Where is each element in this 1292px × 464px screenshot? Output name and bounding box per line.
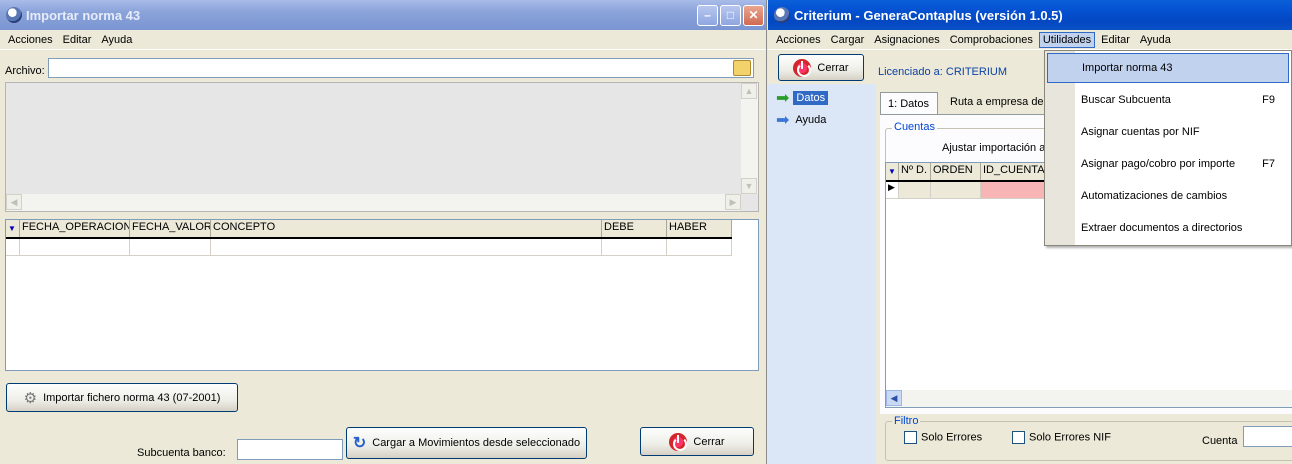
right-titlebar[interactable]: Criterium - GeneraContaplus (versión 1.0… bbox=[768, 0, 1292, 30]
preview-area[interactable]: ▲ ▼ ◀ ▶ bbox=[5, 82, 759, 212]
close-button[interactable]: Cerrar bbox=[640, 427, 754, 456]
menu-cargar[interactable]: Cargar bbox=[827, 32, 869, 48]
menu-item-asignar-cuentas-nif[interactable]: Asignar cuentas por NIF bbox=[1047, 117, 1289, 147]
archivo-input[interactable] bbox=[48, 58, 754, 78]
checkbox-box[interactable] bbox=[1012, 431, 1025, 444]
menu-comprobaciones[interactable]: Comprobaciones bbox=[946, 32, 1037, 48]
close-window-button[interactable]: ✕ bbox=[743, 4, 764, 26]
arrow-right-icon: ➡ bbox=[776, 90, 790, 107]
left-sidebar: ➡ Datos ➡ Ayuda bbox=[768, 84, 876, 464]
checkbox-box[interactable] bbox=[904, 431, 917, 444]
table-row[interactable] bbox=[6, 239, 732, 256]
menu-utilidades[interactable]: Utilidades bbox=[1038, 31, 1096, 48]
cuenta-input[interactable] bbox=[1243, 426, 1292, 447]
scroll-down-icon[interactable]: ▼ bbox=[741, 178, 757, 194]
menu-item-automatizaciones[interactable]: Automatizaciones de cambios bbox=[1047, 181, 1289, 211]
movements-grid[interactable]: ▼ FECHA_OPERACION FECHA_VALOR CONCEPTO D… bbox=[5, 219, 759, 371]
maximize-button[interactable]: □ bbox=[720, 4, 741, 26]
menu-ayuda[interactable]: Ayuda bbox=[1136, 32, 1175, 48]
filtro-group-label: Filtro bbox=[892, 415, 921, 427]
menu-acciones[interactable]: Acciones bbox=[4, 32, 57, 48]
left-menubar: Acciones Editar Ayuda bbox=[0, 30, 766, 50]
archivo-label: Archivo: bbox=[5, 65, 45, 77]
cuentas-group-label: Cuentas bbox=[892, 121, 937, 133]
import-file-button[interactable]: ⚙ Importar fichero norma 43 (07-2001) bbox=[6, 383, 238, 412]
import-norma43-window: Importar norma 43 – □ ✕ Acciones Editar … bbox=[0, 0, 767, 464]
solo-errores-nif-checkbox[interactable]: Solo Errores NIF bbox=[1012, 431, 1111, 444]
grid-header: ▼ FECHA_OPERACION FECHA_VALOR CONCEPTO D… bbox=[6, 220, 732, 239]
menu-asignaciones[interactable]: Asignaciones bbox=[870, 32, 943, 48]
col-fecha-operacion[interactable]: FECHA_OPERACION bbox=[20, 220, 130, 237]
menu-editar[interactable]: Editar bbox=[1097, 32, 1134, 48]
cuenta-label: Cuenta bbox=[1202, 435, 1238, 447]
menu-item-buscar-subcuenta[interactable]: Buscar Subcuenta F9 bbox=[1047, 85, 1289, 115]
left-titlebar[interactable]: Importar norma 43 – □ ✕ bbox=[0, 0, 766, 30]
preview-hscrollbar[interactable]: ◀ ▶ bbox=[6, 194, 741, 211]
menu-editar[interactable]: Editar bbox=[59, 32, 96, 48]
folder-open-icon[interactable] bbox=[733, 60, 751, 76]
minimize-button[interactable]: – bbox=[697, 4, 718, 26]
subcuenta-input[interactable] bbox=[237, 439, 343, 460]
col-haber[interactable]: HABER bbox=[667, 220, 732, 237]
left-window-title: Importar norma 43 bbox=[26, 7, 141, 23]
menu-item-importar-norma43[interactable]: Importar norma 43 bbox=[1047, 53, 1289, 83]
license-label: Licenciado a: CRITERIUM bbox=[878, 66, 1007, 78]
cerrar-button[interactable]: Cerrar bbox=[778, 54, 864, 81]
menu-item-asignar-pago-cobro[interactable]: Asignar pago/cobro por importe F7 bbox=[1047, 149, 1289, 179]
load-movements-button[interactable]: ↻ Cargar a Movimientos desde seleccionad… bbox=[346, 427, 587, 459]
gear-icon: ⚙ bbox=[23, 389, 38, 407]
scroll-left-icon[interactable]: ◀ bbox=[886, 390, 902, 406]
cuentas-hscrollbar[interactable]: ◀ bbox=[886, 390, 1292, 407]
tab-datos[interactable]: 1: Datos bbox=[880, 92, 938, 114]
scroll-left-icon[interactable]: ◀ bbox=[6, 194, 22, 210]
app-icon bbox=[6, 7, 22, 23]
col-fecha-valor[interactable]: FECHA_VALOR bbox=[130, 220, 211, 237]
menu-acciones[interactable]: Acciones bbox=[772, 32, 825, 48]
col-concepto[interactable]: CONCEPTO bbox=[211, 220, 602, 237]
menu-ayuda[interactable]: Ayuda bbox=[97, 32, 136, 48]
arrow-right-icon: ➡ bbox=[776, 112, 790, 129]
scroll-up-icon[interactable]: ▲ bbox=[741, 83, 757, 99]
utilidades-dropdown: Importar norma 43 Buscar Subcuenta F9 As… bbox=[1044, 50, 1292, 246]
col-num-doc[interactable]: Nº D. bbox=[899, 163, 931, 180]
solo-errores-checkbox[interactable]: Solo Errores bbox=[904, 431, 982, 444]
app-icon bbox=[774, 7, 790, 23]
right-window-title: Criterium - GeneraContaplus (versión 1.0… bbox=[794, 7, 1063, 23]
power-icon bbox=[793, 58, 812, 77]
filter-arrow-icon[interactable]: ▼ bbox=[6, 220, 20, 237]
right-menubar: Acciones Cargar Asignaciones Comprobacio… bbox=[768, 30, 1292, 50]
filter-arrow-icon[interactable]: ▼ bbox=[886, 163, 899, 180]
ajustar-label: Ajustar importación a bbox=[942, 142, 1046, 154]
sidebar-item-ayuda[interactable]: ➡ Ayuda bbox=[776, 110, 826, 130]
col-orden[interactable]: ORDEN bbox=[931, 163, 981, 180]
power-icon bbox=[669, 432, 688, 451]
preview-vscrollbar[interactable]: ▲ ▼ bbox=[741, 83, 758, 194]
subcuenta-label: Subcuenta banco: bbox=[137, 447, 226, 459]
col-debe[interactable]: DEBE bbox=[602, 220, 667, 237]
scroll-right-icon[interactable]: ▶ bbox=[725, 194, 741, 210]
refresh-arrow-icon: ↻ bbox=[352, 435, 367, 452]
row-pointer-icon: ▶ bbox=[886, 182, 899, 198]
sidebar-item-datos[interactable]: ➡ Datos bbox=[776, 88, 829, 108]
menu-item-extraer-documentos[interactable]: Extraer documentos a directorios bbox=[1047, 213, 1289, 243]
